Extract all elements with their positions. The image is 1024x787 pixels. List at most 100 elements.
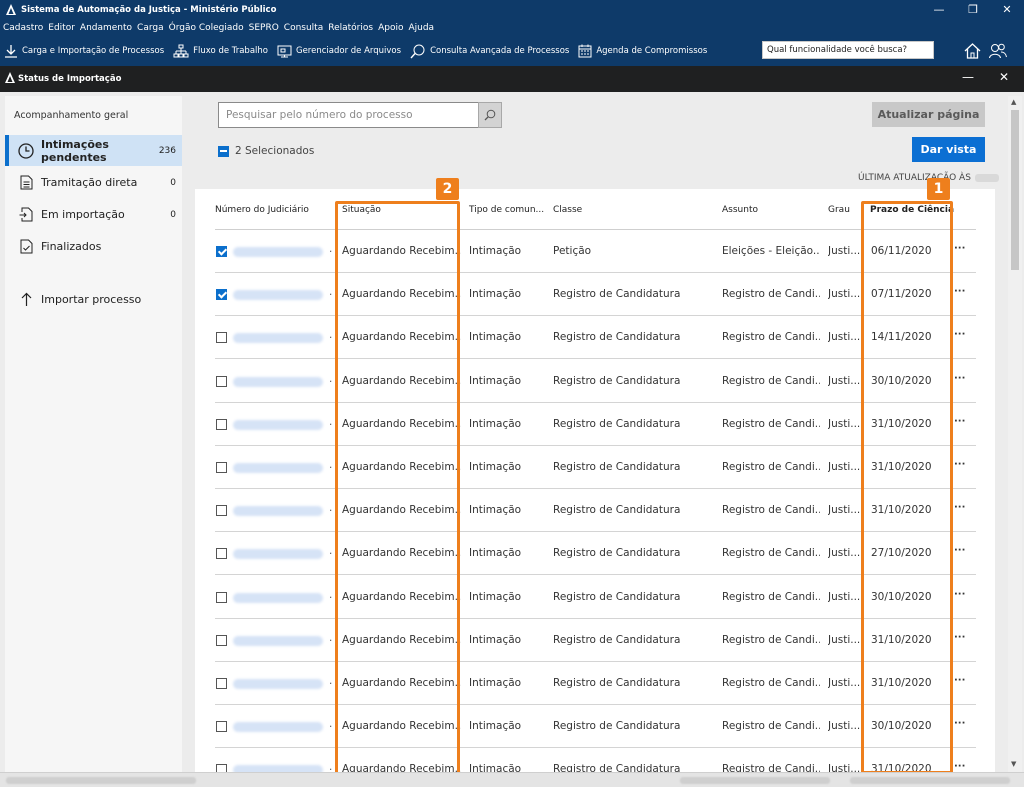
import-process-button[interactable]: Importar processo [5,284,182,315]
vertical-scrollbar[interactable]: ▲ ▼ [1008,96,1022,772]
table-row[interactable]: . Aguardando Recebim... Intimação Registro … [215,619,976,662]
menu-cadastro[interactable]: Cadastro [3,23,43,33]
col-tipo-comunicacao[interactable]: Tipo de comun... [469,205,544,215]
row-more-button[interactable]: ··· [954,243,965,254]
menu-bar: Cadastro Editor Andamento Carga Órgão Co… [0,19,1024,36]
row-checkbox[interactable] [216,678,227,689]
sidebar-item-tramitacao-direta[interactable]: Tramitação direta 0 [5,167,182,198]
process-number-link[interactable] [233,592,323,603]
select-all-checkbox[interactable] [218,145,229,157]
menu-relatorios[interactable]: Relatórios [328,23,373,33]
table-row[interactable]: . Aguardando Recebim... Intimação Registro … [215,705,976,749]
row-more-button[interactable]: ··· [954,416,965,427]
process-number-link[interactable] [233,506,323,517]
menu-andamento[interactable]: Andamento [80,23,132,33]
table-row[interactable]: . Aguardando Recebim... Intimação Registro … [215,316,976,360]
row-checkbox[interactable] [216,591,227,603]
process-number-link[interactable] [233,679,323,689]
scroll-thumb[interactable] [1011,110,1019,270]
process-search-button[interactable] [478,102,502,128]
menu-sepro[interactable]: SEPRO [249,23,279,33]
row-checkbox[interactable] [216,764,227,772]
toolbar-fluxo-trabalho[interactable]: Fluxo de Trabalho [173,44,268,58]
home-icon[interactable] [964,43,981,62]
process-number-link[interactable] [233,333,323,344]
row-checkbox[interactable] [216,462,227,473]
row-more-button[interactable]: ··· [954,329,965,340]
row-checkbox[interactable] [216,634,227,646]
table-row[interactable]: . Aguardando Recebim... Intimação Registro … [215,403,976,446]
table-row[interactable]: . Aguardando Recebim... Intimação Registro … [215,489,976,533]
col-assunto[interactable]: Assunto [722,205,758,215]
toolbar-carga-importacao[interactable]: Carga e Importação de Processos [4,44,164,58]
process-number-link[interactable] [233,290,323,301]
col-classe[interactable]: Classe [553,205,582,215]
sidebar-item-em-importacao[interactable]: Em importação 0 [5,199,182,230]
table-row[interactable]: . Aguardando Recebim... Intimação Registro … [215,576,976,619]
col-situacao[interactable]: Situação [342,205,381,215]
row-checkbox[interactable] [216,289,227,301]
table-row[interactable]: . Aguardando Recebim... Intimação Registro … [215,360,976,403]
functionality-search-input[interactable]: Qual funcionalidade você busca? [762,41,934,59]
table-row[interactable]: . Aguardando Recebim... Intimação Registro … [215,446,976,489]
process-number-link[interactable] [233,635,323,646]
menu-ajuda[interactable]: Ajuda [408,23,434,33]
row-more-button[interactable]: ··· [954,718,965,729]
refresh-page-button[interactable]: Atualizar página [872,102,985,127]
toolbar-agenda[interactable]: Agenda de Compromissos [578,44,707,58]
process-number-link[interactable] [233,247,323,257]
process-number-link[interactable] [233,722,323,733]
close-window-button[interactable]: ✕ [990,0,1024,19]
process-number-link[interactable] [233,765,323,772]
row-more-button[interactable]: ··· [954,632,965,643]
table-row[interactable]: . Aguardando Recebim... Intimação Registro … [215,748,976,772]
table-row[interactable]: . Aguardando Recebim... Intimação Petição El… [215,230,976,273]
menu-carga[interactable]: Carga [137,23,164,33]
col-numero-judiciario[interactable]: Número do Judiciário [215,205,309,215]
row-more-button[interactable]: ··· [954,373,965,384]
cell-grau: Justi... [828,763,860,772]
row-checkbox[interactable] [216,332,227,344]
menu-consulta[interactable]: Consulta [284,23,323,33]
col-prazo-ciencia[interactable]: Prazo de Ciência [870,205,954,215]
minimize-button[interactable]: — [922,0,956,19]
table-row[interactable]: . Aguardando Recebim... Intimação Registro … [215,532,976,576]
subwindow-minimize-button[interactable]: — [962,70,974,84]
process-number-link[interactable] [233,463,323,473]
process-search-input[interactable]: Pesquisar pelo número do processo [218,102,479,128]
sidebar-item-intimacoes-pendentes[interactable]: Intimações pendentes 236 [5,135,182,166]
row-more-button[interactable]: ··· [954,286,965,297]
sidebar-item-finalizados[interactable]: Finalizados [5,231,182,262]
menu-orgao-colegiado[interactable]: Órgão Colegiado [169,23,244,33]
process-number-link[interactable] [233,419,323,430]
row-checkbox[interactable] [216,548,227,560]
row-checkbox[interactable] [216,418,227,430]
dar-vista-button[interactable]: Dar vista [912,137,985,162]
toolbar-consulta-avancada[interactable]: Consulta Avançada de Processos [410,44,569,59]
scroll-up-icon[interactable]: ▲ [1011,98,1016,106]
selection-summary[interactable]: 2 Selecionados [218,145,314,157]
row-more-button[interactable]: ··· [954,589,965,600]
process-number-link[interactable] [233,549,323,560]
col-grau[interactable]: Grau [828,205,850,215]
table-row[interactable]: . Aguardando Recebim... Intimação Registro … [215,662,976,705]
row-checkbox[interactable] [216,721,227,733]
cell-situacao: Aguardando Recebim... [342,763,462,772]
row-more-button[interactable]: ··· [954,675,965,686]
menu-apoio[interactable]: Apoio [378,23,403,33]
row-checkbox[interactable] [216,375,227,387]
scroll-down-icon[interactable]: ▼ [1011,760,1016,768]
row-more-button[interactable]: ··· [954,502,965,513]
table-row[interactable]: . Aguardando Recebim... Intimação Registro … [215,273,976,317]
row-more-button[interactable]: ··· [954,459,965,470]
process-number-link[interactable] [233,376,323,387]
maximize-button[interactable]: ❐ [956,0,990,19]
subwindow-close-button[interactable]: ✕ [999,70,1009,84]
menu-editor[interactable]: Editor [48,23,75,33]
toolbar-gerenciador-arquivos[interactable]: Gerenciador de Arquivos [277,44,401,58]
row-checkbox[interactable] [216,505,227,517]
users-icon[interactable] [989,43,1007,62]
row-checkbox[interactable] [216,246,227,257]
row-more-button[interactable]: ··· [954,545,965,556]
row-more-button[interactable]: ··· [954,761,965,772]
